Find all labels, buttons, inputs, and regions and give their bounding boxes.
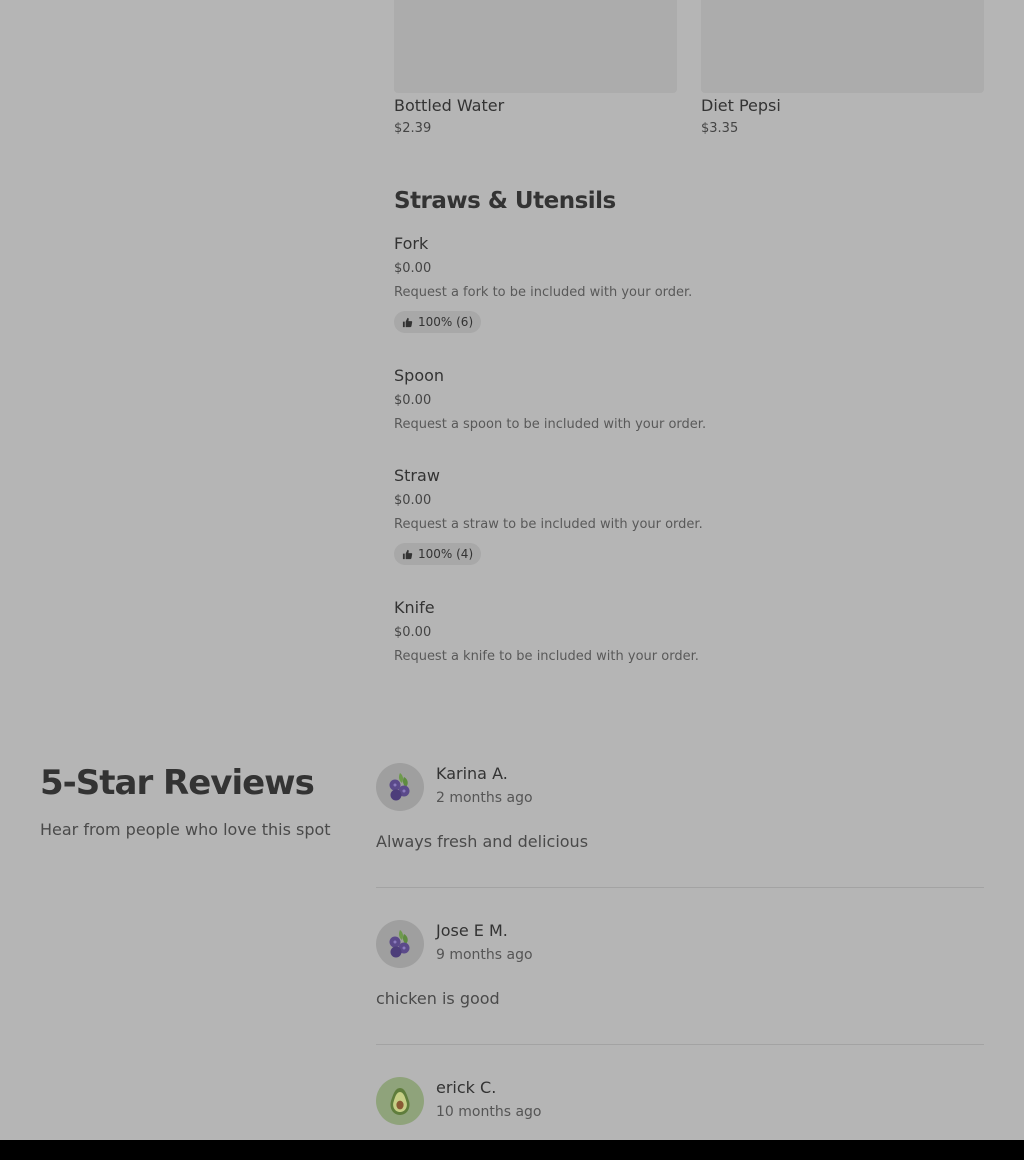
rating-text: 100% (6)	[418, 315, 474, 329]
item-price: $0.00	[394, 393, 432, 408]
item-name[interactable]: Straw	[394, 466, 440, 485]
item-name[interactable]: Spoon	[394, 366, 444, 385]
reviewer-name: erick C.	[436, 1078, 497, 1097]
item-image-diet-pepsi[interactable]	[701, 0, 984, 93]
divider	[376, 887, 984, 888]
item-description: Request a spoon to be included with your…	[394, 417, 707, 432]
thumbs-up-icon	[402, 317, 413, 327]
item-name[interactable]: Bottled Water	[394, 96, 504, 115]
rating-text: 100% (4)	[418, 547, 474, 561]
rating-badge: 100% (6)	[394, 311, 482, 333]
divider	[376, 1044, 984, 1045]
thumbs-up-icon	[402, 549, 413, 559]
avatar	[376, 763, 424, 811]
reviews-subtitle: Hear from people who love this spot	[40, 820, 331, 839]
reviewer-name: Karina A.	[436, 764, 508, 783]
section-title: Straws & Utensils	[394, 188, 616, 214]
item-price: $0.00	[394, 625, 432, 640]
item-name[interactable]: Knife	[394, 598, 435, 617]
reviewer-name: Jose E M.	[436, 921, 508, 940]
blueberry-icon	[389, 773, 410, 801]
review-time: 10 months ago	[436, 1104, 542, 1120]
avocado-icon	[390, 1088, 410, 1115]
review-time: 9 months ago	[436, 947, 533, 963]
item-price: $2.39	[394, 121, 432, 136]
reviews-title: 5-Star Reviews	[40, 763, 315, 803]
review-time: 2 months ago	[436, 790, 533, 806]
blueberry-icon	[389, 930, 410, 958]
item-name[interactable]: Fork	[394, 234, 428, 253]
avatar	[376, 920, 424, 968]
item-description: Request a fork to be included with your …	[394, 285, 693, 300]
item-price: $3.35	[701, 121, 739, 136]
rating-badge: 100% (4)	[394, 543, 482, 565]
item-price: $0.00	[394, 493, 432, 508]
item-description: Request a straw to be included with your…	[394, 517, 703, 532]
bottom-bar	[0, 1140, 1024, 1160]
item-description: Request a knife to be included with your…	[394, 649, 699, 664]
item-image-bottled-water[interactable]	[394, 0, 677, 93]
item-name[interactable]: Diet Pepsi	[701, 96, 781, 115]
item-price: $0.00	[394, 261, 432, 276]
review-text: Always fresh and delicious	[376, 832, 589, 851]
review-text: chicken is good	[376, 989, 500, 1008]
avatar	[376, 1077, 424, 1125]
